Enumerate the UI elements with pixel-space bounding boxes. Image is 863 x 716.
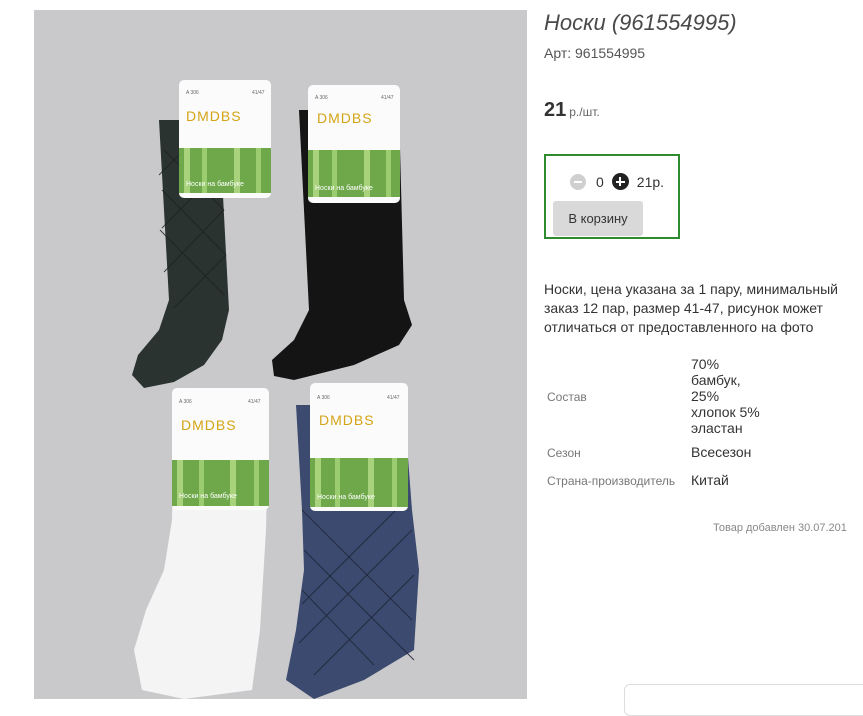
- property-name: Состав: [547, 390, 587, 404]
- svg-text:DMDBS: DMDBS: [186, 108, 242, 124]
- product-title: Носки (961554995): [544, 10, 737, 35]
- tag-3: A 306 41/47 DMDBS Носки на бамбуке: [172, 388, 269, 510]
- product-photo[interactable]: A 306 41/47 DMDBS Носки на бамбуке A 306…: [34, 10, 527, 699]
- property-value-line: бамбук,: [691, 372, 741, 388]
- svg-text:A 306: A 306: [315, 95, 328, 101]
- property-value-line: 25%: [691, 388, 720, 404]
- svg-text:41/47: 41/47: [252, 90, 265, 96]
- quantity-value[interactable]: 0: [596, 174, 604, 190]
- property-value-line: эластан: [691, 420, 743, 436]
- svg-text:DMDBS: DMDBS: [319, 412, 375, 428]
- tag-2: A 306 41/47 DMDBS Носки на бамбуке: [308, 85, 400, 203]
- svg-text:A 306: A 306: [186, 90, 199, 96]
- property-value-line: хлопок 5%: [691, 404, 760, 420]
- svg-text:Носки на бамбуке: Носки на бамбуке: [186, 180, 244, 188]
- svg-text:41/47: 41/47: [248, 399, 261, 405]
- svg-text:A 306: A 306: [317, 395, 330, 401]
- svg-text:DMDBS: DMDBS: [181, 417, 237, 433]
- price-unit: р./шт.: [569, 105, 600, 119]
- price-value: 21: [544, 99, 567, 121]
- svg-text:DMDBS: DMDBS: [317, 110, 373, 126]
- svg-text:A 306: A 306: [179, 399, 192, 405]
- cart-sum: 21р.: [636, 173, 665, 190]
- quantity-stepper: 0 21р.: [570, 173, 664, 190]
- svg-text:Носки на бамбуке: Носки на бамбуке: [317, 493, 375, 501]
- property-value: Всесезон: [691, 444, 752, 460]
- svg-text:41/47: 41/47: [381, 95, 394, 101]
- bottom-widget[interactable]: [624, 684, 863, 716]
- property-name: Страна-производитель: [547, 474, 676, 488]
- property-value-line: 70%: [691, 356, 720, 372]
- product-article: Арт: 961554995: [544, 45, 646, 61]
- tag-1: A 306 41/47 DMDBS Носки на бамбуке: [179, 80, 271, 198]
- svg-text:Носки на бамбуке: Носки на бамбуке: [315, 184, 373, 192]
- plus-icon[interactable]: [611, 173, 629, 190]
- svg-text:41/47: 41/47: [387, 395, 400, 401]
- property-value: 70% бамбук, 25% хлопок 5% эластан: [691, 356, 791, 436]
- add-to-cart-box: 0 21р. В корзину: [544, 154, 680, 239]
- added-date: Товар добавлен 30.07.201: [713, 522, 847, 534]
- product-price: 21 р./шт.: [544, 99, 600, 122]
- tag-4: A 306 41/47 DMDBS Носки на бамбуке: [310, 383, 408, 511]
- minus-icon[interactable]: [570, 173, 586, 190]
- product-description: Носки, цена указана за 1 пару, минимальн…: [544, 281, 838, 335]
- property-name: Сезон: [547, 446, 581, 460]
- property-value: Китай: [691, 472, 729, 488]
- svg-text:Носки на бамбуке: Носки на бамбуке: [179, 492, 237, 500]
- add-to-cart-button[interactable]: В корзину: [553, 201, 643, 236]
